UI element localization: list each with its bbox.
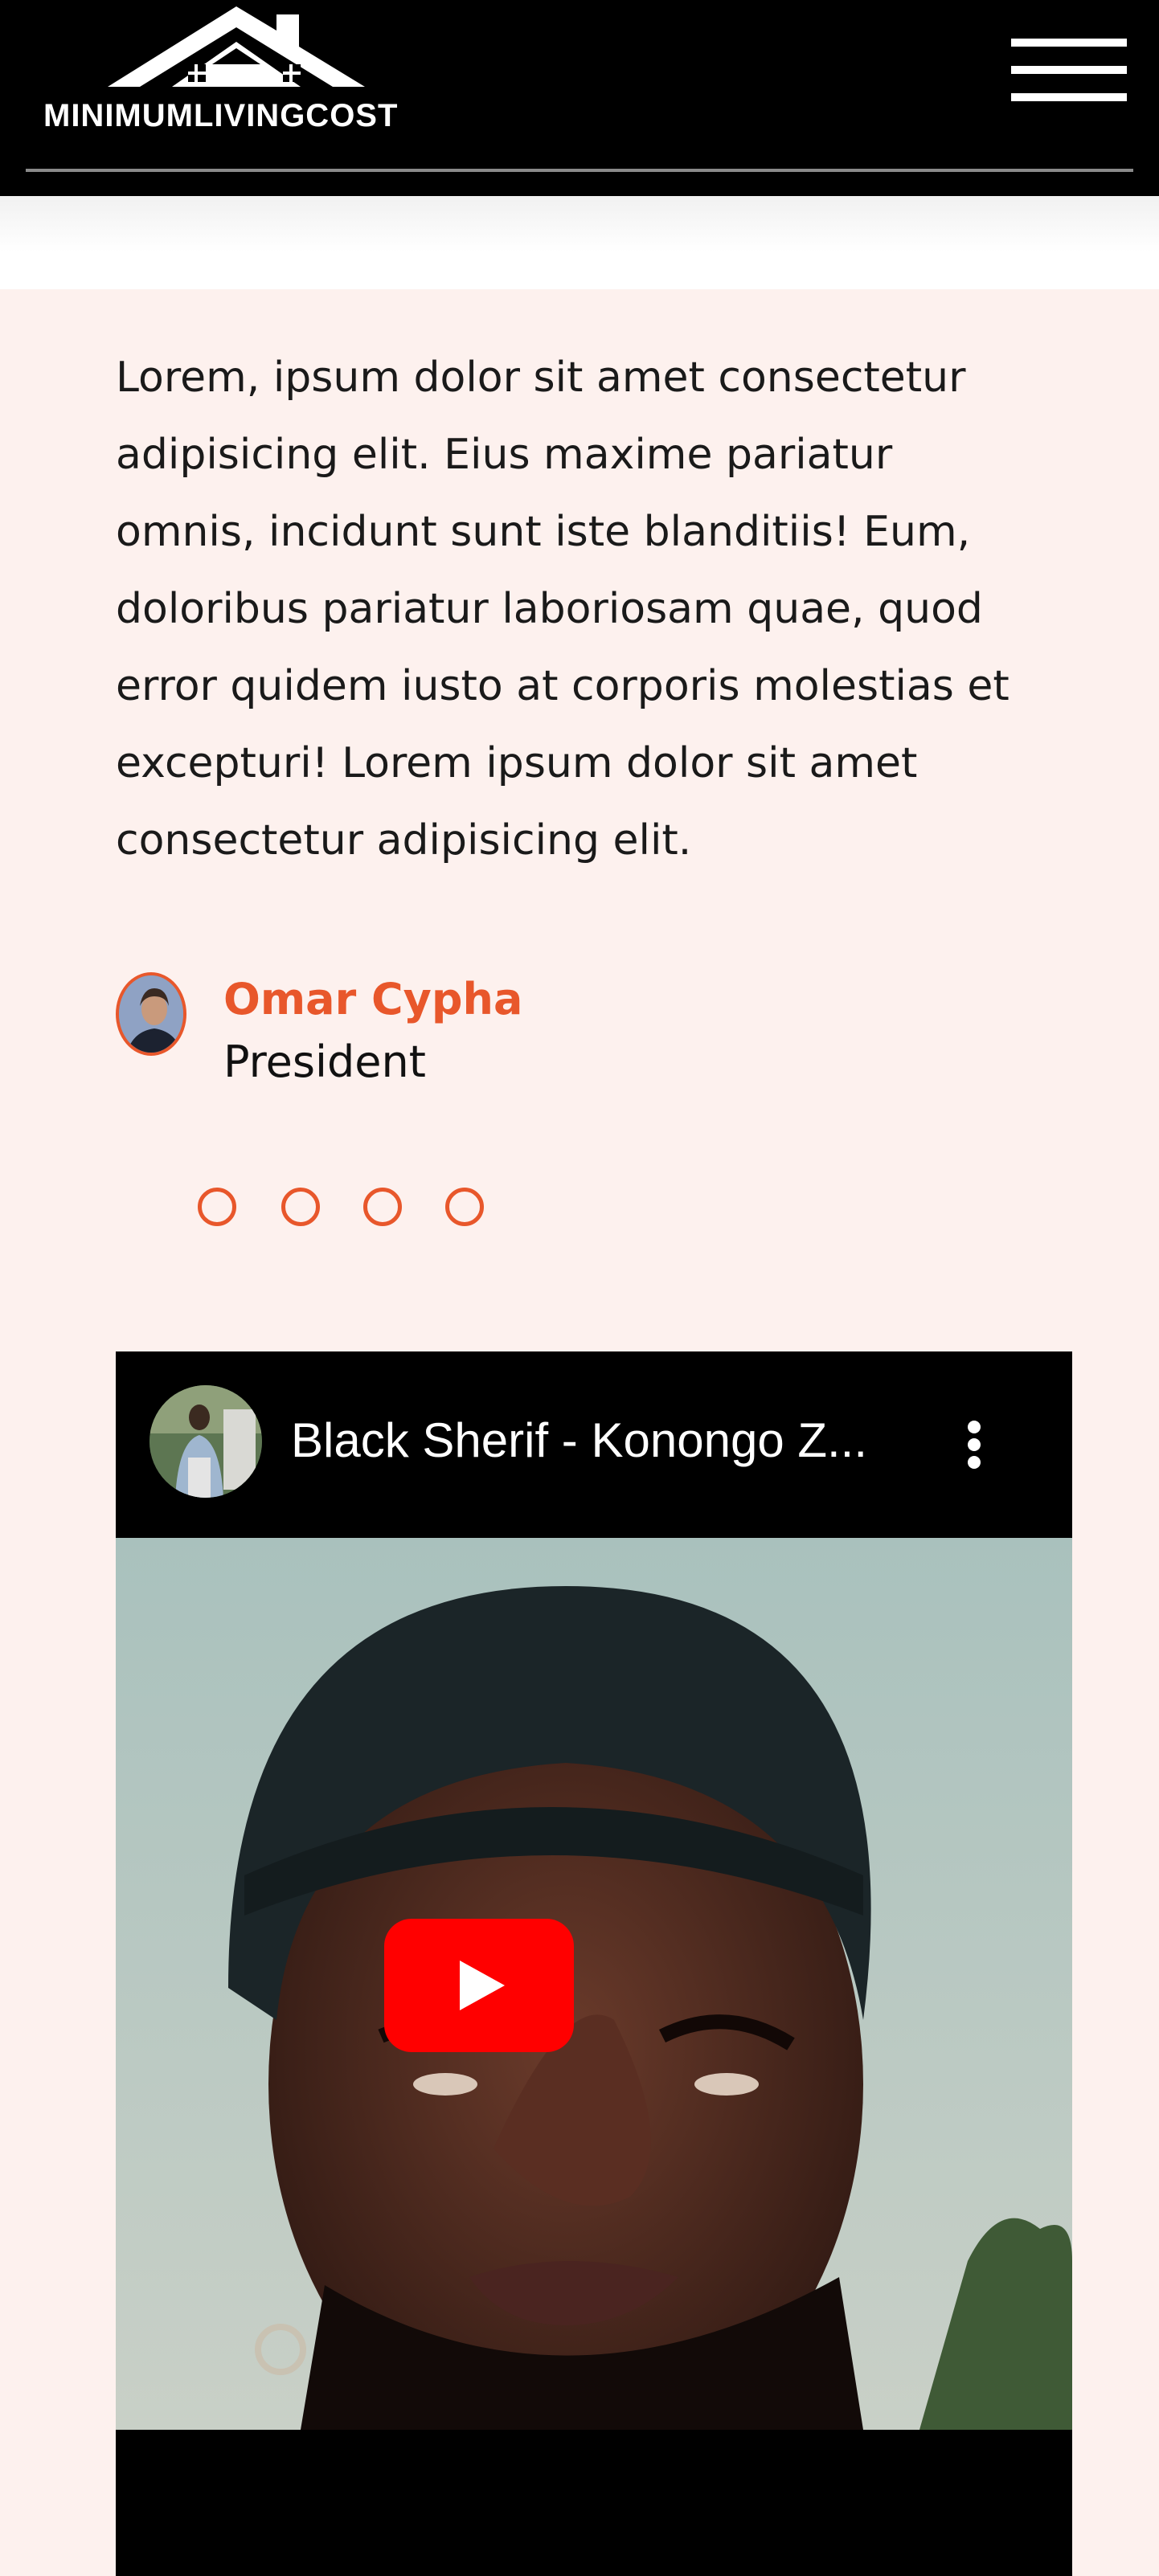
header-divider [26, 169, 1133, 172]
hamburger-icon-bar [1011, 93, 1127, 101]
carousel-dot-3[interactable] [363, 1188, 402, 1226]
hamburger-icon-bar [1011, 66, 1127, 74]
more-vertical-icon[interactable] [964, 1421, 984, 1469]
carousel-dot-2[interactable] [281, 1188, 320, 1226]
channel-avatar[interactable] [149, 1385, 262, 1498]
logo-text: MINIMUMLIVINGCOST [43, 98, 399, 133]
hamburger-icon-bar [1011, 39, 1127, 47]
youtube-play-icon[interactable] [384, 1919, 574, 2052]
video-title[interactable]: Black Sherif - Konongo Z... [291, 1413, 902, 1468]
youtube-embed[interactable]: Black Sherif - Konongo Z... [116, 1351, 1072, 2576]
video-thumbnail[interactable] [116, 1538, 1072, 2430]
house-roof-icon [108, 6, 365, 87]
menu-button[interactable] [1011, 39, 1127, 103]
site-header: MINIMUMLIVINGCOST [0, 0, 1159, 196]
site-logo[interactable]: MINIMUMLIVINGCOST [43, 0, 461, 145]
testimonial-section: Lorem, ipsum dolor sit amet consectetur … [0, 289, 1159, 2576]
author-avatar [116, 972, 186, 1056]
video-title-bar: Black Sherif - Konongo Z... [116, 1351, 1072, 1538]
header-shadow [0, 196, 1159, 289]
author-name: Omar Cypha [223, 974, 523, 1024]
author-role: President [223, 1037, 426, 1087]
carousel-dot-1[interactable] [198, 1188, 236, 1226]
carousel-dot-4[interactable] [445, 1188, 484, 1226]
testimonial-quote: Lorem, ipsum dolor sit amet consectetur … [116, 354, 1010, 865]
